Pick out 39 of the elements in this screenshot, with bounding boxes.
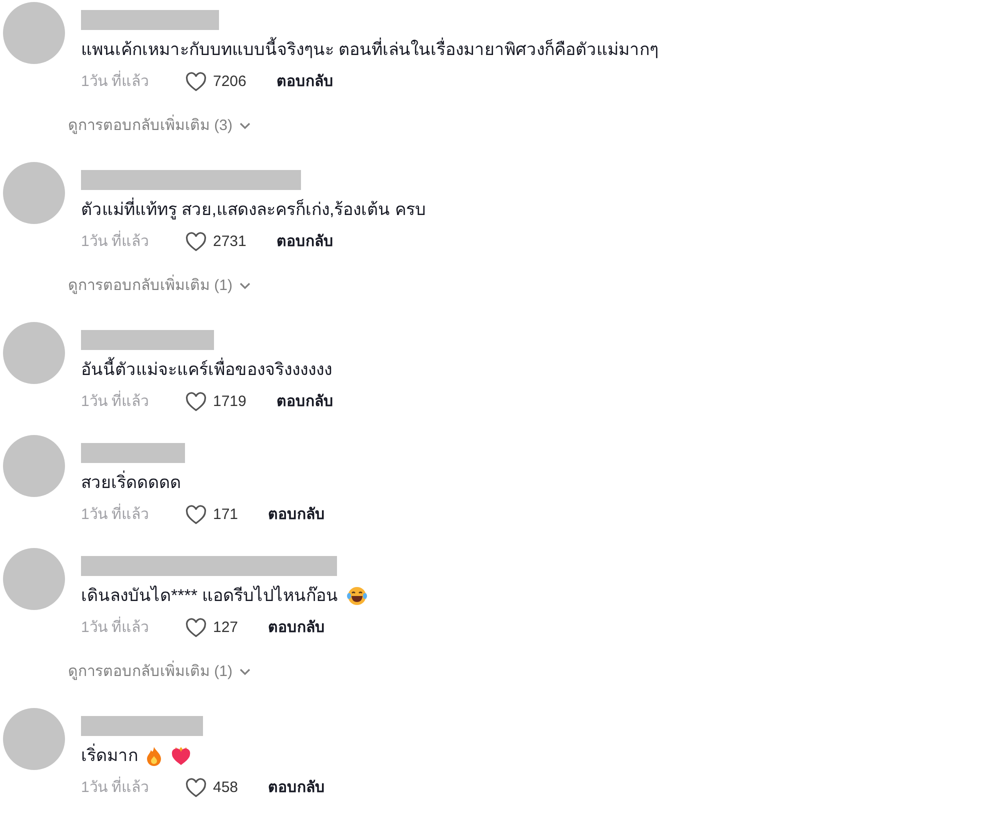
reply-link[interactable]: ตอบกลับ — [276, 231, 334, 254]
timestamp: 1วัน ที่แล้ว — [81, 71, 185, 94]
fire-icon — [146, 746, 162, 766]
heart-icon[interactable] — [185, 392, 207, 412]
comment-text: เดินลงบันได**** แอดรีบไปไหนก๊อน — [81, 584, 338, 608]
reply-link[interactable]: ตอบกลับ — [268, 777, 326, 800]
heart-icon[interactable] — [185, 778, 207, 798]
heart-icon[interactable] — [185, 232, 207, 252]
chevron-down-icon — [238, 282, 250, 290]
comment-text: เริ่ดมาก — [81, 743, 138, 769]
like-count: 458 — [213, 778, 238, 798]
laughing-emoji-icon — [346, 586, 368, 606]
heart-icon[interactable] — [185, 505, 207, 526]
comment-text: แพนเค้กเหมาะกับบทแบบนี้จริงๆนะ ตอนที่เล่นในเรื่องมายาพิศวงก็คือตัวแม่มากๆ — [81, 37, 659, 63]
reply-link[interactable]: ตอบกลับ — [276, 391, 334, 414]
like-count: 127 — [213, 618, 238, 638]
comment-text: สวยเริ่ดดดดด — [81, 470, 181, 496]
timestamp: 1วัน ที่แล้ว — [81, 617, 185, 640]
view-more-replies-link[interactable]: ดูการตอบกลับเพิ่มเติม (1) — [68, 661, 250, 684]
heart-icon[interactable] — [185, 618, 207, 638]
heart-icon[interactable] — [185, 72, 207, 92]
like-count: 1719 — [213, 392, 246, 412]
heart-icon — [170, 746, 192, 766]
chevron-down-icon — [238, 668, 250, 676]
timestamp: 1วัน ที่แล้ว — [81, 504, 185, 526]
timestamp: 1วัน ที่แล้ว — [81, 777, 185, 800]
view-more-replies-link[interactable]: ดูการตอบกลับเพิ่มเติม (3) — [68, 115, 250, 138]
timestamp: 1วัน ที่แล้ว — [81, 231, 185, 254]
reply-link[interactable]: ตอบกลับ — [268, 504, 326, 526]
reply-link[interactable]: ตอบกลับ — [268, 617, 326, 640]
like-count: 2731 — [213, 232, 246, 252]
timestamp: 1วัน ที่แล้ว — [81, 391, 185, 414]
like-count: 7206 — [213, 72, 246, 92]
chevron-down-icon — [238, 122, 250, 130]
like-count: 171 — [213, 505, 238, 525]
comment-text: ตัวแม่ที่แท้ทรู สวย,แสดงละครก็เก่ง,ร้องเต้น ครบ — [81, 197, 426, 223]
reply-link[interactable]: ตอบกลับ — [276, 71, 334, 94]
comment-text: อันนี้ตัวแม่จะแคร์เพื่อของจริงงงงงง — [81, 357, 332, 383]
view-more-replies-link[interactable]: ดูการตอบกลับเพิ่มเติม (1) — [68, 275, 250, 298]
